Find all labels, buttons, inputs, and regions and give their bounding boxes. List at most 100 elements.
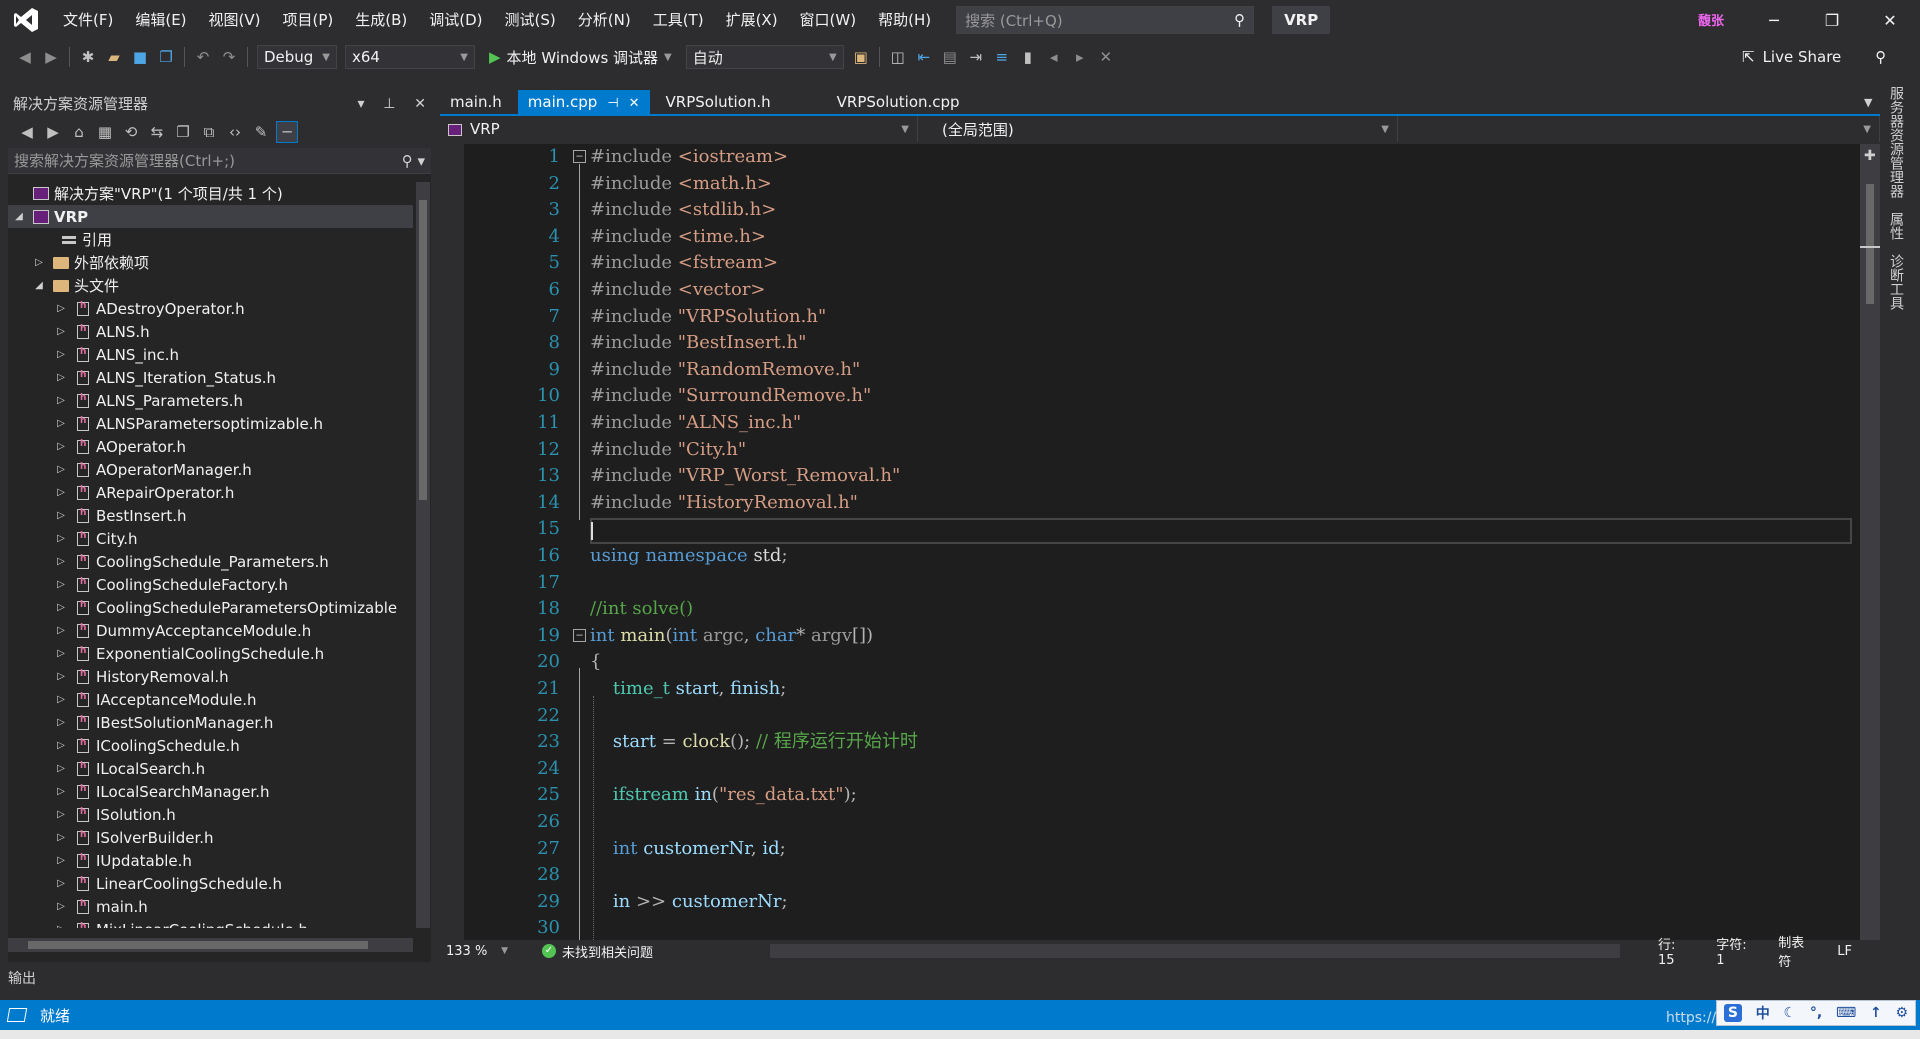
collapsed-icon[interactable]: ▷	[54, 809, 68, 820]
view-code-icon[interactable]: ‹›	[224, 121, 246, 143]
collapse-region-icon[interactable]: −	[573, 150, 586, 163]
header-file-item[interactable]: ▷ main.h	[8, 895, 413, 918]
home-icon[interactable]: ⌂	[68, 121, 90, 143]
expanded-icon[interactable]: ◢	[12, 211, 26, 222]
collapsed-icon[interactable]: ▷	[54, 671, 68, 682]
collapsed-icon[interactable]: ▷	[54, 763, 68, 774]
configuration-select[interactable]: Debug ▼	[257, 45, 337, 69]
collapsed-icon[interactable]: ▷	[54, 556, 68, 567]
collapsed-icon[interactable]: ▷	[54, 602, 68, 613]
debug-target-select[interactable]: 自动 ▼	[685, 45, 844, 69]
restore-button[interactable]: ❐	[1803, 0, 1861, 40]
collapsed-icon[interactable]: ▷	[54, 740, 68, 751]
menu-item[interactable]: 生成(B)	[344, 6, 418, 34]
solution-node[interactable]: 解决方案"VRP"(1 个项目/共 1 个)	[8, 182, 413, 205]
collapsed-icon[interactable]: ▷	[54, 832, 68, 843]
preview-icon[interactable]: ─	[276, 121, 298, 143]
collapsed-icon[interactable]: ▷	[54, 303, 68, 314]
ime-button[interactable]: ☾	[1783, 1005, 1796, 1021]
header-file-item[interactable]: ▷ ARepairOperator.h	[8, 481, 413, 504]
next-bookmark-icon[interactable]: ▸	[1069, 46, 1091, 68]
collapsed-icon[interactable]: ▷	[54, 648, 68, 659]
header-file-item[interactable]: ▷ IAcceptanceModule.h	[8, 688, 413, 711]
clear-bookmarks-icon[interactable]: ✕	[1095, 46, 1117, 68]
save-all-icon[interactable]: ❐	[155, 46, 177, 68]
header-file-item[interactable]: ▷ ExponentialCoolingSchedule.h	[8, 642, 413, 665]
collapsed-icon[interactable]: ▷	[54, 464, 68, 475]
pin-icon[interactable]: ⊥	[383, 96, 395, 112]
comment-icon[interactable]: ≡	[991, 46, 1013, 68]
menu-item[interactable]: 扩展(X)	[715, 6, 789, 34]
user-account-badge[interactable]: 馥张	[1698, 10, 1724, 29]
collapsed-icon[interactable]: ▷	[54, 510, 68, 521]
pending-changes-icon[interactable]: ⟲	[120, 121, 142, 143]
document-tab[interactable]: VRPSolution.h	[656, 90, 781, 114]
header-file-item[interactable]: ▷ ISolverBuilder.h	[8, 826, 413, 849]
collapsed-icon[interactable]: ▷	[54, 855, 68, 866]
zoom-select[interactable]: 133 % ▼	[440, 940, 514, 962]
collapsed-icon[interactable]: ▷	[54, 487, 68, 498]
undo-icon[interactable]: ↶	[192, 46, 214, 68]
expanded-icon[interactable]: ◢	[32, 280, 46, 291]
header-file-item[interactable]: ▷ LinearCoolingSchedule.h	[8, 872, 413, 895]
ime-button[interactable]: ⌨	[1836, 1005, 1856, 1021]
side-tool-tab[interactable]: 服务器资源管理器	[1886, 86, 1906, 198]
open-file-icon[interactable]: ▰	[103, 46, 125, 68]
header-file-item[interactable]: ▷ CoolingSchedule_Parameters.h	[8, 550, 413, 573]
member-scope-select[interactable]: ▼	[1398, 116, 1880, 142]
header-file-item[interactable]: ▷ IUpdatable.h	[8, 849, 413, 872]
forward-icon[interactable]: ▶	[42, 121, 64, 143]
header-file-item[interactable]: ▷ ALNS.h	[8, 320, 413, 343]
references-node[interactable]: 引用	[8, 228, 413, 251]
collapsed-icon[interactable]: ▷	[54, 418, 68, 429]
collapsed-icon[interactable]: ▷	[32, 257, 46, 268]
project-scope-select[interactable]: VRP ▼	[440, 116, 918, 142]
browser-link-icon[interactable]: ◫	[887, 46, 909, 68]
issues-indicator[interactable]: ✓ 未找到相关问题	[542, 942, 653, 961]
header-file-item[interactable]: ▷ IBestSolutionManager.h	[8, 711, 413, 734]
menu-item[interactable]: 项目(P)	[272, 6, 345, 34]
redo-icon[interactable]: ↷	[218, 46, 240, 68]
header-file-item[interactable]: ▷ CoolingScheduleFactory.h	[8, 573, 413, 596]
document-tab[interactable]: main.cpp ⊣ ✕	[517, 90, 650, 114]
hex-display-icon[interactable]: ▤	[939, 46, 961, 68]
ime-button[interactable]: °,	[1810, 1005, 1822, 1021]
close-icon[interactable]: ✕	[629, 96, 640, 111]
eol-status[interactable]: LF	[1837, 944, 1852, 959]
collapsed-icon[interactable]: ▷	[54, 625, 68, 636]
header-file-item[interactable]: ▷ ISolution.h	[8, 803, 413, 826]
menu-item[interactable]: 文件(F)	[52, 6, 124, 34]
collapsed-icon[interactable]: ▷	[54, 533, 68, 544]
header-files-node[interactable]: ◢ 头文件	[8, 274, 413, 297]
header-file-item[interactable]: ▷ MixLinearCoolingSchedule.h	[8, 918, 413, 928]
document-tab[interactable]: VRPSolution.cpp	[827, 90, 970, 114]
header-file-item[interactable]: ▷ CoolingScheduleParametersOptimizable	[8, 596, 413, 619]
live-share-button[interactable]: ⇱ Live Share ⚲	[1742, 45, 1886, 69]
editor-horizontal-scrollbar[interactable]	[770, 944, 1620, 958]
sync-icon[interactable]: ⇆	[146, 121, 168, 143]
navigate-forward-icon[interactable]: ▶	[40, 46, 62, 68]
step-icon[interactable]: ⇤	[913, 46, 935, 68]
external-deps-node[interactable]: ▷ 外部依赖项	[8, 251, 413, 274]
menu-item[interactable]: 帮助(H)	[867, 6, 942, 34]
scrollbar-thumb[interactable]	[419, 200, 427, 500]
collapsed-icon[interactable]: ▷	[54, 694, 68, 705]
code-editor[interactable]: 1− #include <iostream> 2 #include <math.h> 3…	[440, 144, 1860, 940]
collapsed-icon[interactable]: ▷	[54, 786, 68, 797]
bookmark-icon[interactable]: ▮	[1017, 46, 1039, 68]
scrollbar-thumb[interactable]	[28, 941, 368, 949]
editor-vertical-scrollbar[interactable]	[1860, 144, 1880, 940]
new-project-icon[interactable]: ✱	[77, 46, 99, 68]
platform-select[interactable]: x64 ▼	[345, 45, 475, 69]
menu-item[interactable]: 视图(V)	[198, 6, 272, 34]
header-file-item[interactable]: ▷ ICoolingSchedule.h	[8, 734, 413, 757]
collapsed-icon[interactable]: ▷	[54, 717, 68, 728]
header-file-item[interactable]: ▷ ILocalSearchManager.h	[8, 780, 413, 803]
minimize-button[interactable]: ─	[1745, 0, 1803, 40]
tab-overflow-icon[interactable]: ▼	[1864, 96, 1872, 109]
solution-horizontal-scrollbar[interactable]	[8, 938, 413, 952]
side-tool-tab[interactable]: 诊断工具	[1886, 254, 1906, 310]
tabs-mode-status[interactable]: 制表符	[1778, 932, 1809, 970]
back-icon[interactable]: ◀	[16, 121, 38, 143]
ime-button[interactable]: 中	[1756, 1003, 1770, 1023]
